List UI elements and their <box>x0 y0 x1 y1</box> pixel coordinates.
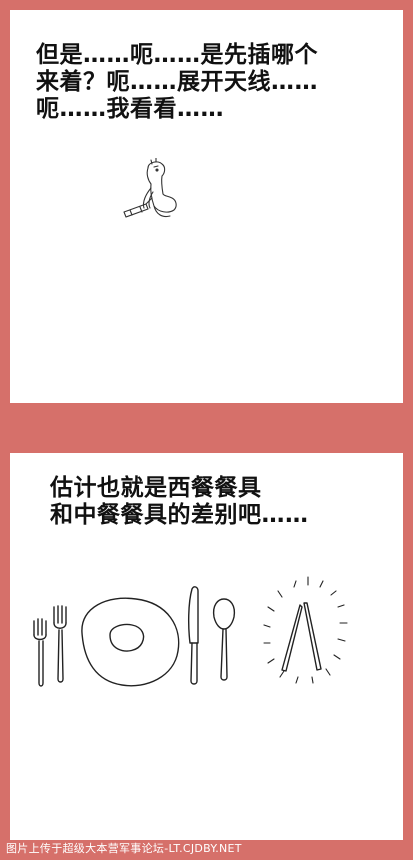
panel-1-caption: 但是……呃……是先插哪个 来着？呃……展开天线…… 呃……我看看…… <box>36 42 318 122</box>
figure-with-device-drawing <box>123 158 177 218</box>
watermark-text: 图片上传于超级大本营军事论坛-LT.CJDBY.NET <box>6 842 242 855</box>
sparkle-rays-icon <box>263 576 348 684</box>
tableware-drawing <box>33 576 348 687</box>
spoon-icon <box>212 598 236 681</box>
fork-1-icon <box>33 618 47 687</box>
fork-2-icon <box>53 605 67 683</box>
comic-panel-2: 估计也就是西餐餐具 和中餐餐具的差别吧…… <box>10 453 403 840</box>
comic-panel-1: 但是……呃……是先插哪个 来着？呃……展开天线…… 呃……我看看…… <box>10 10 403 403</box>
chopsticks-icon <box>281 602 322 672</box>
knife-icon <box>187 586 199 685</box>
panel-2-caption: 估计也就是西餐餐具 和中餐餐具的差别吧…… <box>50 475 309 528</box>
plate-icon <box>81 597 180 687</box>
